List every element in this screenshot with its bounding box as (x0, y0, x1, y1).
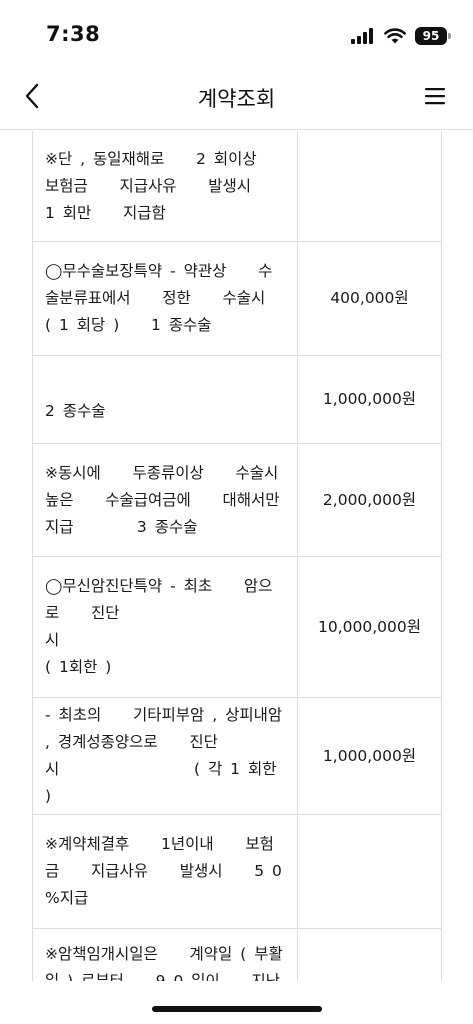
table-row: ◯무신암진단특약 - 최초 암으로 진단 시 ( 1회한 ) 10,000,00… (32, 556, 442, 698)
contract-coverage-table: ※단 , 동일재해로 2 회이상 보험금 지급사유 발생시 1 회만 지급함 ◯… (32, 131, 442, 981)
table-row: 2 종수술 1,000,000원 (32, 355, 442, 444)
coverage-description: ※암책임개시일은 계약일 ( 부활일 ) 로부터 9 0 일이 지난날 (32, 928, 298, 981)
coverage-amount: 2,000,000원 (297, 443, 442, 557)
coverage-description: ※동시에 두종류이상 수술시 높은 수술급여금에 대해서만 지급 3 종수술 (32, 443, 298, 557)
table-row: ※단 , 동일재해로 2 회이상 보험금 지급사유 발생시 1 회만 지급함 (32, 131, 442, 242)
status-icons: 95 (351, 25, 451, 47)
coverage-description: ◯무신암진단특약 - 최초 암으로 진단 시 ( 1회한 ) (32, 556, 298, 698)
table-row: - 최초의 기타피부암 , 상피내암 , 경계성종양으로 진단 시 ( 각 1 … (32, 697, 442, 815)
coverage-description: 2 종수술 (32, 355, 298, 444)
hamburger-menu-icon (424, 87, 446, 109)
menu-button[interactable] (417, 82, 453, 114)
navigation-bar: 계약조회 (0, 66, 473, 130)
battery-icon: 95 (415, 27, 451, 45)
coverage-amount (297, 131, 442, 242)
table-row: ※동시에 두종류이상 수술시 높은 수술급여금에 대해서만 지급 3 종수술 2… (32, 443, 442, 557)
wifi-icon (384, 28, 406, 44)
coverage-amount: 10,000,000원 (297, 556, 442, 698)
cellular-signal-icon (351, 28, 375, 44)
coverage-amount (297, 814, 442, 929)
table-row: ※암책임개시일은 계약일 ( 부활일 ) 로부터 9 0 일이 지난날 (32, 928, 442, 981)
coverage-amount (297, 928, 442, 981)
contract-detail-scroll[interactable]: ※단 , 동일재해로 2 회이상 보험금 지급사유 발생시 1 회만 지급함 ◯… (0, 131, 473, 981)
page-title: 계약조회 (197, 87, 276, 111)
home-indicator[interactable] (152, 1006, 322, 1012)
status-time: 7:38 (46, 22, 101, 46)
coverage-description: - 최초의 기타피부암 , 상피내암 , 경계성종양으로 진단 시 ( 각 1 … (32, 697, 298, 815)
table-row: ◯무수술보장특약 - 약관상 수술분류표에서 정한 수술시 ( 1 회당 ) 1… (32, 241, 442, 356)
coverage-amount: 1,000,000원 (297, 697, 442, 815)
coverage-amount: 400,000원 (297, 241, 442, 356)
coverage-description: ※계약체결후 1년이내 보험금 지급사유 발생시 5 0 %지급 (32, 814, 298, 929)
table-row: ※계약체결후 1년이내 보험금 지급사유 발생시 5 0 %지급 (32, 814, 442, 929)
coverage-description: ※단 , 동일재해로 2 회이상 보험금 지급사유 발생시 1 회만 지급함 (32, 131, 298, 242)
coverage-description: ◯무수술보장특약 - 약관상 수술분류표에서 정한 수술시 ( 1 회당 ) 1… (32, 241, 298, 356)
status-bar: 7:38 95 (0, 0, 473, 66)
coverage-amount: 1,000,000원 (297, 355, 442, 444)
